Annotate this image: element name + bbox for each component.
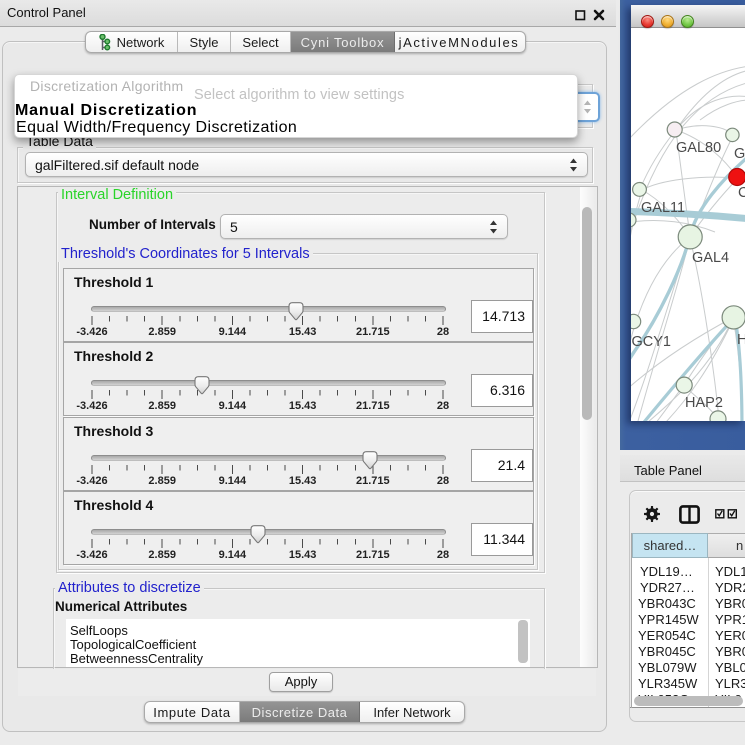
svg-text:C: C <box>738 185 745 201</box>
svg-text:GAL4: GAL4 <box>692 250 729 266</box>
svg-text:G: G <box>734 146 745 162</box>
svg-text:GAL11: GAL11 <box>641 200 685 216</box>
svg-text:GAL80: GAL80 <box>676 140 721 156</box>
svg-text:H: H <box>737 332 745 348</box>
svg-text:GCY1: GCY1 <box>632 334 672 350</box>
svg-text:HAP2: HAP2 <box>685 395 723 411</box>
